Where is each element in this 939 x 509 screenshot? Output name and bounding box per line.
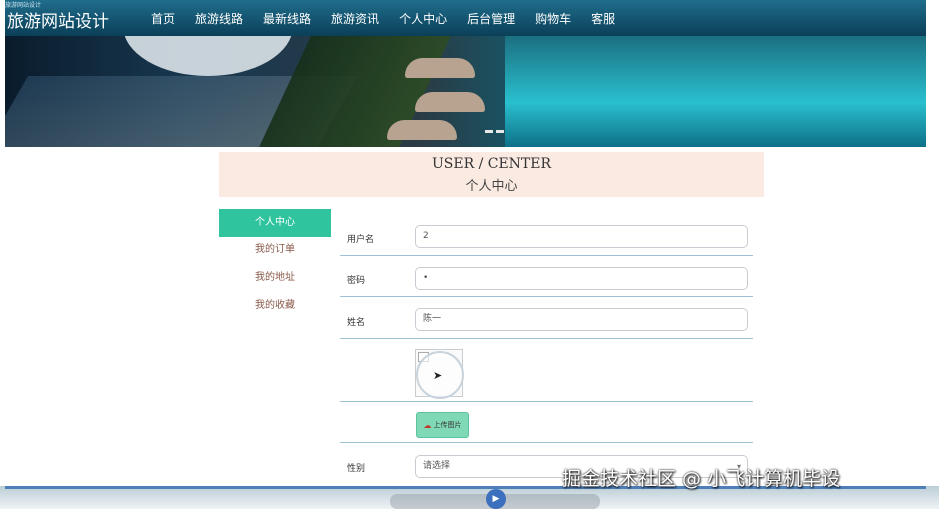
- banner-carousel-dots[interactable]: [485, 130, 504, 133]
- mouse-cursor-icon: ➤: [433, 369, 443, 382]
- hero-banner: [5, 36, 926, 147]
- password-input[interactable]: •: [415, 267, 748, 290]
- upload-button-label: 上传图片: [433, 421, 462, 429]
- username-input[interactable]: 2: [415, 225, 748, 248]
- nav-customer-service[interactable]: 客服: [591, 10, 615, 27]
- play-icon[interactable]: ▶: [486, 489, 506, 509]
- form-row-upload: [340, 402, 753, 443]
- cloud-upload-icon: ☁: [423, 420, 432, 430]
- banner-umbrella: [387, 120, 457, 140]
- site-title[interactable]: 旅游网站设计: [7, 7, 109, 32]
- sidebar-item-my-address[interactable]: 我的地址: [219, 264, 331, 292]
- gender-placeholder: 请选择: [423, 461, 451, 471]
- banner-moon: [123, 36, 293, 76]
- password-label: 密码: [347, 276, 366, 286]
- sidebar-item-my-orders[interactable]: 我的订单: [219, 236, 331, 264]
- gender-label: 性别: [347, 464, 366, 474]
- nav-home[interactable]: 首页: [151, 10, 175, 27]
- nav-travel-news[interactable]: 旅游资讯: [331, 10, 379, 27]
- nav-admin[interactable]: 后台管理: [467, 10, 515, 27]
- top-navbar: 旅游网站设计 旅游网站设计 首页 旅游线路 最新线路 旅游资讯 个人中心 后台管…: [5, 0, 926, 36]
- user-center-title-cn: 个人中心: [465, 179, 518, 194]
- nav-travel-routes[interactable]: 旅游线路: [195, 10, 243, 27]
- sidebar-item-user-center[interactable]: 个人中心: [219, 209, 331, 237]
- nav-latest-routes[interactable]: 最新线路: [263, 10, 311, 27]
- banner-umbrella: [405, 58, 475, 78]
- banner-umbrella: [415, 92, 485, 112]
- user-center-header: USER / CENTER 个人中心: [219, 152, 764, 197]
- upload-image-button[interactable]: ☁ 上传图片: [416, 412, 469, 438]
- nav-user-center[interactable]: 个人中心: [399, 10, 447, 27]
- nav-cart[interactable]: 购物车: [535, 10, 571, 27]
- user-center-title-en: USER / CENTER: [431, 156, 552, 172]
- name-label: 姓名: [347, 318, 366, 328]
- username-label: 用户名: [347, 235, 375, 245]
- sidebar-item-my-favorites[interactable]: 我的收藏: [219, 292, 331, 320]
- main-nav: 首页 旅游线路 最新线路 旅游资讯 个人中心 后台管理 购物车 客服: [151, 10, 635, 27]
- name-input[interactable]: 陈一: [415, 308, 748, 331]
- watermark-text: 掘金技术社区 @ 小飞计算机毕设: [562, 468, 841, 490]
- form-row-avatar: [340, 339, 753, 402]
- banner-pool: [505, 36, 926, 147]
